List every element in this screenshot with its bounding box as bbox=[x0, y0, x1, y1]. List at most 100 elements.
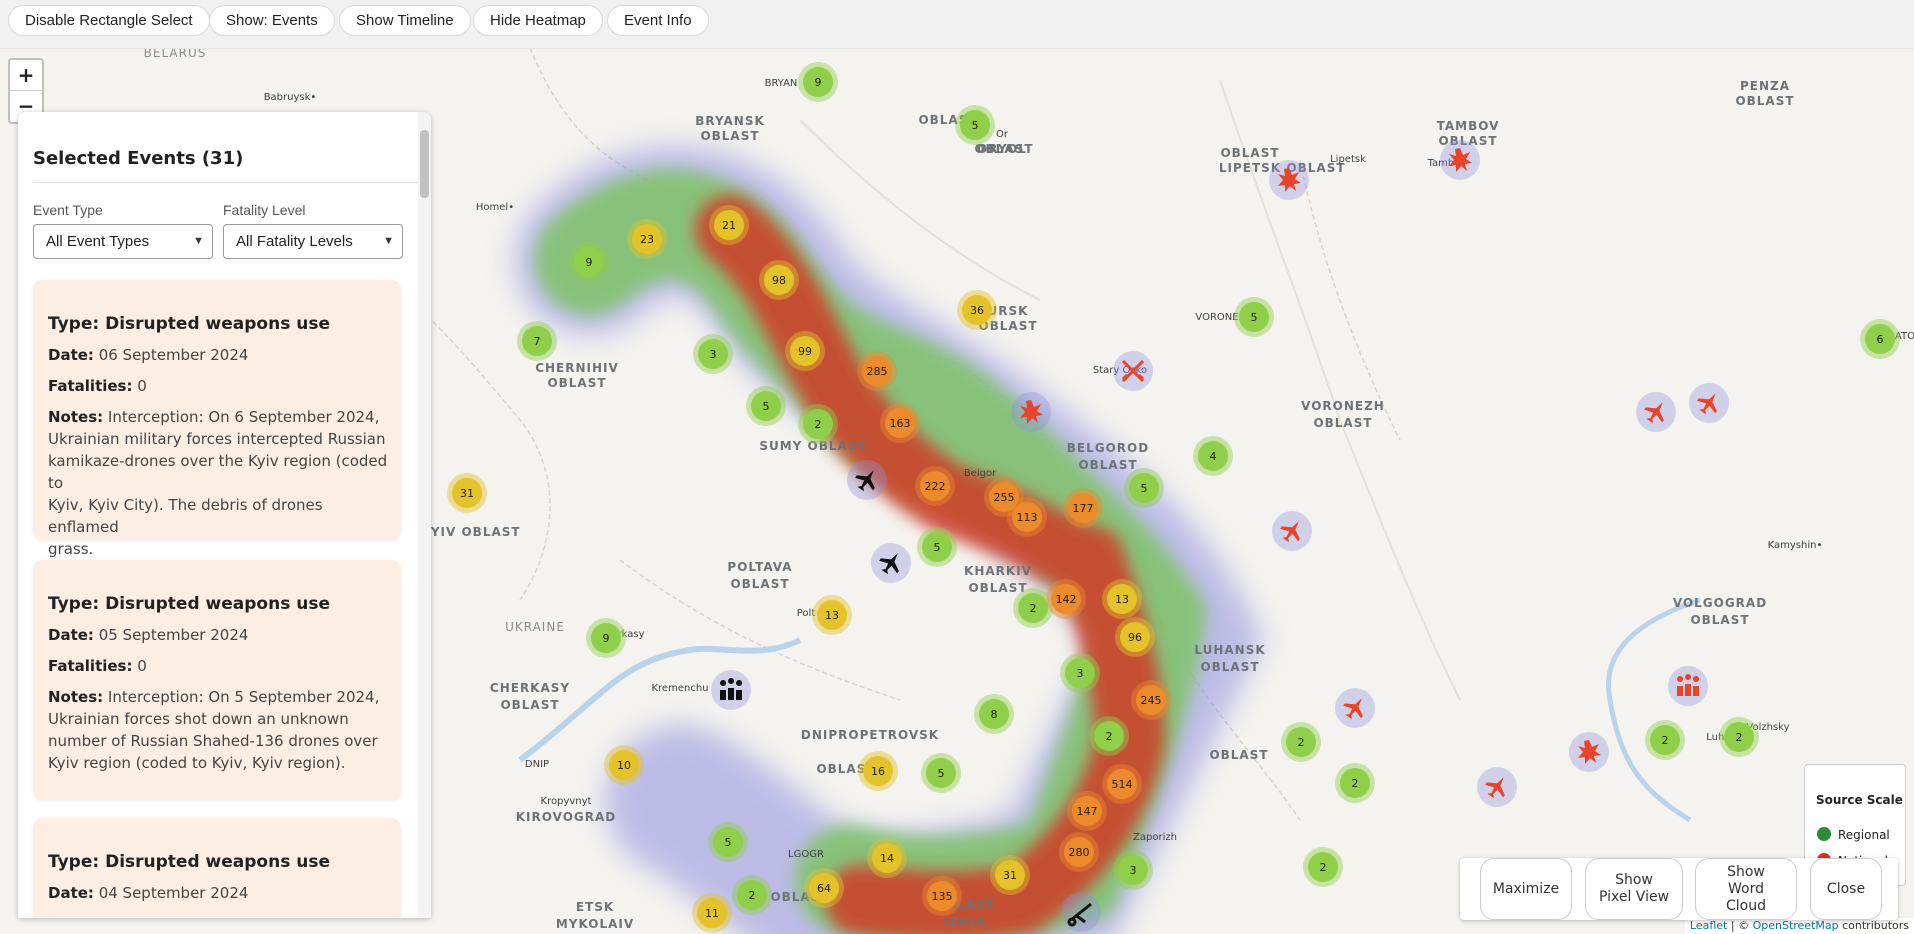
plane-icon[interactable] bbox=[1272, 511, 1312, 551]
event-info-button[interactable]: Event Info bbox=[607, 5, 709, 36]
cluster-marker[interactable]: 2 bbox=[1303, 847, 1343, 887]
cluster-marker[interactable]: 177 bbox=[1063, 488, 1103, 528]
explosion-icon[interactable] bbox=[1011, 392, 1051, 432]
map-label: KIROVOGRAD bbox=[516, 810, 617, 824]
osm-link[interactable]: OpenStreetMap bbox=[1753, 919, 1839, 932]
cluster-marker[interactable]: 23 bbox=[627, 219, 667, 259]
close-button[interactable]: Close bbox=[1810, 858, 1882, 920]
cluster-marker[interactable]: 2 bbox=[732, 875, 772, 915]
leaflet-link[interactable]: Leaflet bbox=[1690, 919, 1727, 932]
cluster-marker[interactable]: 5 bbox=[708, 822, 748, 862]
show-timeline-button[interactable]: Show Timeline bbox=[339, 5, 471, 36]
cluster-marker[interactable]: 13 bbox=[1102, 579, 1142, 619]
cluster-marker[interactable]: 280 bbox=[1059, 832, 1099, 872]
cluster-marker[interactable]: 4 bbox=[1193, 436, 1233, 476]
event-fatalities: Fatalities: 0 bbox=[48, 657, 147, 675]
cluster-count: 6 bbox=[1877, 333, 1884, 346]
panel-scrollbar-thumb[interactable] bbox=[420, 130, 429, 198]
artillery-icon[interactable] bbox=[1061, 892, 1101, 932]
cluster-marker[interactable]: 9 bbox=[569, 242, 609, 282]
plane-icon[interactable] bbox=[1335, 688, 1375, 728]
cluster-marker[interactable]: 5 bbox=[1124, 468, 1164, 508]
map-label: LUHANSK bbox=[1194, 643, 1265, 657]
protest-icon[interactable] bbox=[1668, 666, 1708, 706]
cluster-marker[interactable]: 98 bbox=[759, 260, 799, 300]
plane-icon[interactable] bbox=[1689, 383, 1729, 423]
cluster-marker[interactable]: 5 bbox=[746, 386, 786, 426]
cluster-count: 5 bbox=[972, 119, 979, 132]
panel-scrollbar[interactable] bbox=[418, 112, 431, 918]
cluster-marker[interactable]: 21 bbox=[709, 205, 749, 245]
cluster-marker[interactable]: 2 bbox=[1281, 722, 1321, 762]
plane-icon[interactable] bbox=[1477, 767, 1517, 807]
fatality-level-select[interactable]: All Fatality Levels ▼ bbox=[223, 224, 403, 259]
plane-icon[interactable] bbox=[847, 460, 887, 500]
cluster-marker[interactable]: 135 bbox=[922, 876, 962, 916]
cluster-marker[interactable]: 2 bbox=[1645, 720, 1685, 760]
cluster-marker[interactable]: 3 bbox=[1113, 850, 1153, 890]
show-pixel-view-button[interactable]: Show Pixel View bbox=[1585, 858, 1683, 920]
cluster-marker[interactable]: 14 bbox=[867, 838, 907, 878]
show-word-cloud-button[interactable]: Show Word Cloud bbox=[1695, 858, 1797, 920]
cluster-marker[interactable]: 13 bbox=[812, 595, 852, 635]
cluster-marker[interactable]: 64 bbox=[804, 868, 844, 908]
cluster-marker[interactable]: 163 bbox=[880, 403, 920, 443]
cluster-marker[interactable]: 2 bbox=[798, 404, 838, 444]
cluster-marker[interactable]: 142 bbox=[1046, 579, 1086, 619]
cluster-marker[interactable]: 3 bbox=[693, 334, 733, 374]
event-type: Type: Disrupted weapons use bbox=[48, 594, 330, 614]
cluster-marker[interactable]: 96 bbox=[1115, 617, 1155, 657]
cluster-marker[interactable]: 7 bbox=[517, 321, 557, 361]
cluster-count: 163 bbox=[890, 417, 911, 430]
explosion-icon[interactable] bbox=[1569, 732, 1609, 772]
cluster-marker[interactable]: 16 bbox=[858, 751, 898, 791]
map-label: Kropyvnyt bbox=[541, 796, 592, 807]
swords-icon[interactable] bbox=[1113, 351, 1153, 391]
cluster-marker[interactable]: 3 bbox=[1060, 653, 1100, 693]
cluster-marker[interactable]: 285 bbox=[857, 351, 897, 391]
cluster-count: 177 bbox=[1073, 502, 1094, 515]
cluster-marker[interactable]: 222 bbox=[915, 466, 955, 506]
explosion-icon[interactable] bbox=[1269, 160, 1309, 200]
cluster-marker[interactable]: 9 bbox=[798, 62, 838, 102]
legend-swatch-regional bbox=[1817, 827, 1831, 841]
cluster-count: 5 bbox=[938, 767, 945, 780]
cluster-marker[interactable]: 2 bbox=[1335, 763, 1375, 803]
event-notes: Notes: Interception: On 6 September 2024… bbox=[48, 408, 388, 558]
cluster-marker[interactable]: 2 bbox=[1719, 717, 1759, 757]
cluster-marker[interactable]: 113 bbox=[1007, 497, 1047, 537]
cluster-marker[interactable]: 245 bbox=[1131, 680, 1171, 720]
maximize-button[interactable]: Maximize bbox=[1480, 858, 1572, 920]
cluster-marker[interactable]: 10 bbox=[604, 745, 644, 785]
plane-icon[interactable] bbox=[871, 543, 911, 583]
cluster-marker[interactable]: 514 bbox=[1102, 764, 1142, 804]
map-label: PENZA bbox=[1740, 79, 1790, 93]
plane-icon[interactable] bbox=[1636, 392, 1676, 432]
cluster-marker[interactable]: 5 bbox=[921, 753, 961, 793]
event-icons[interactable] bbox=[711, 140, 1729, 932]
event-card[interactable]: Type: Disrupted weapons use Date: 05 Sep… bbox=[33, 560, 401, 800]
event-card[interactable]: Type: Disrupted weapons use Date: 06 Sep… bbox=[33, 280, 401, 558]
cluster-marker[interactable]: 31 bbox=[447, 473, 487, 513]
cluster-marker[interactable]: 5 bbox=[917, 527, 957, 567]
cluster-marker[interactable]: 5 bbox=[955, 105, 995, 145]
event-type-value: All Event Types bbox=[46, 233, 150, 250]
cluster-marker[interactable]: 31 bbox=[990, 855, 1030, 895]
cluster-marker[interactable]: 147 bbox=[1067, 791, 1107, 831]
rectangle-select-toggle-button[interactable]: Disable Rectangle Select bbox=[8, 5, 210, 36]
explosion-icon[interactable] bbox=[1440, 140, 1480, 180]
show-events-button[interactable]: Show: Events bbox=[209, 5, 335, 36]
event-card[interactable]: Type: Disrupted weapons use Date: 04 Sep… bbox=[33, 818, 401, 918]
event-type-select[interactable]: All Event Types ▼ bbox=[33, 224, 213, 259]
zoom-in-button[interactable]: + bbox=[10, 60, 42, 91]
cluster-marker[interactable]: 5 bbox=[1234, 297, 1274, 337]
cluster-marker[interactable]: 99 bbox=[785, 331, 825, 371]
protest-icon[interactable] bbox=[711, 670, 751, 710]
cluster-marker[interactable]: 2 bbox=[1089, 716, 1129, 756]
cluster-marker[interactable]: 9 bbox=[586, 618, 626, 658]
cluster-marker[interactable]: 8 bbox=[974, 694, 1014, 734]
cluster-marker[interactable]: 36 bbox=[957, 290, 997, 330]
hide-heatmap-button[interactable]: Hide Heatmap bbox=[473, 5, 603, 36]
cluster-marker[interactable]: 6 bbox=[1860, 319, 1900, 359]
cluster-marker[interactable]: 11 bbox=[692, 893, 732, 933]
